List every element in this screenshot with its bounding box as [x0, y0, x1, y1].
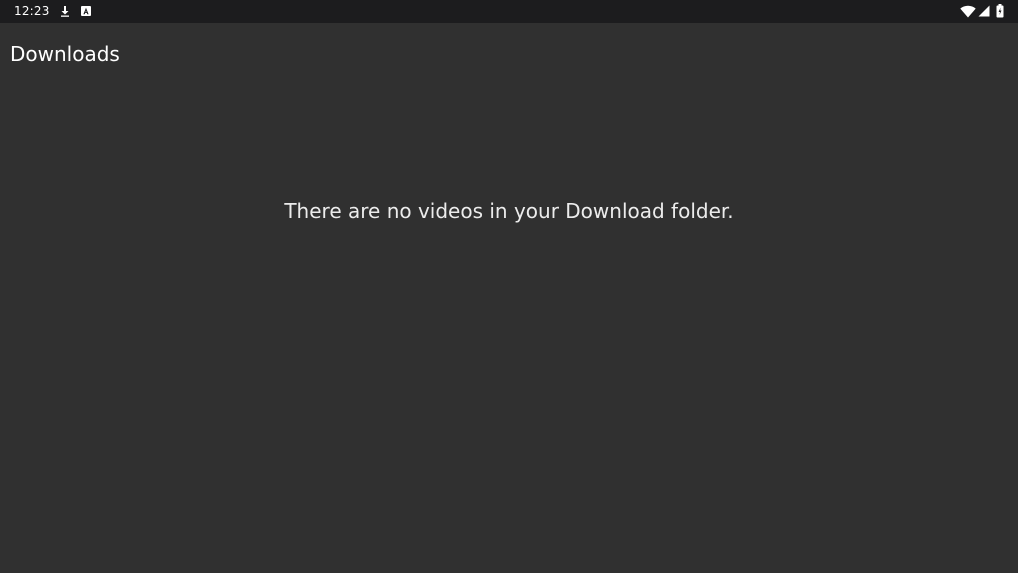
main-content: There are no videos in your Download fol…	[0, 85, 1018, 573]
empty-state-message: There are no videos in your Download fol…	[284, 199, 734, 223]
cellular-signal-icon	[978, 5, 990, 17]
wifi-icon	[960, 5, 976, 18]
page-title: Downloads	[10, 42, 120, 66]
status-time: 12:23	[14, 4, 50, 18]
battery-icon	[996, 4, 1004, 18]
status-bar: 12:23	[0, 0, 1018, 23]
app-bar: Downloads	[0, 23, 1018, 85]
download-icon	[61, 6, 69, 17]
notification-a-icon	[81, 6, 91, 16]
